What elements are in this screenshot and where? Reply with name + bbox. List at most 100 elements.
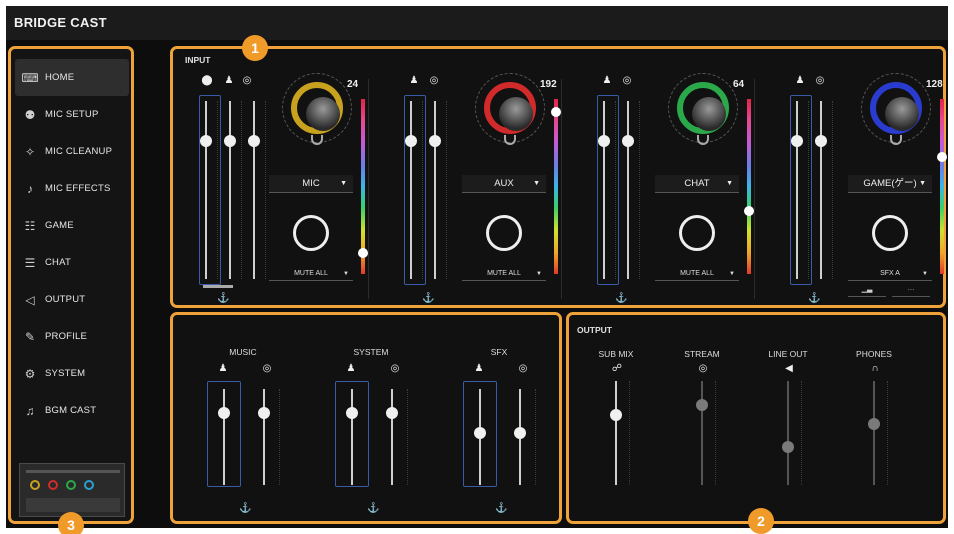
mute-button[interactable] xyxy=(872,215,908,251)
fader-handle[interactable] xyxy=(610,409,622,421)
fader-handle[interactable] xyxy=(405,135,417,147)
link-icon[interactable]: ⚓ xyxy=(495,503,507,514)
sidebar-nav: ⌨ HOME ⚉ MIC SETUP ✧ MIC CLEANUP ♪ MIC EFFECTS ☷… xyxy=(15,59,129,429)
signal-button[interactable]: ▁▃ xyxy=(848,285,886,297)
source-select[interactable]: MIC ▼ xyxy=(269,175,353,193)
meter-indicator[interactable] xyxy=(551,107,561,117)
fader-handle[interactable] xyxy=(386,407,398,419)
fader-track xyxy=(603,101,605,279)
sidebar-item-system[interactable]: ⚙ SYSTEM xyxy=(15,355,129,392)
fader-handle[interactable] xyxy=(514,427,526,439)
callout-badge-1: 1 xyxy=(242,35,268,61)
person-icon: ♟ xyxy=(218,363,228,374)
link-icon[interactable]: ⚓ xyxy=(808,293,820,304)
mute-button[interactable] xyxy=(293,215,329,251)
link-icon[interactable]: ⚓ xyxy=(239,503,251,514)
volume-knob[interactable] xyxy=(484,82,536,134)
fader-handle[interactable] xyxy=(696,399,708,411)
bgm-cast-icon: ♫ xyxy=(25,403,35,418)
meter-indicator[interactable] xyxy=(744,206,754,216)
volume-value: 24 xyxy=(347,79,359,90)
mute-button[interactable] xyxy=(679,215,715,251)
link-icon[interactable]: ⚓ xyxy=(217,293,229,304)
sidebar-item-mic-setup[interactable]: ⚉ MIC SETUP xyxy=(15,96,129,133)
sidebar-item-home[interactable]: ⌨ HOME xyxy=(15,59,129,96)
preview-knob xyxy=(30,480,40,490)
knob-pointer xyxy=(890,135,902,145)
fader-handle[interactable] xyxy=(598,135,610,147)
fader-scale xyxy=(639,101,642,279)
volume-knob[interactable] xyxy=(870,82,922,134)
fader-handle[interactable] xyxy=(815,135,827,147)
fader-handle[interactable] xyxy=(474,427,486,439)
mute-button[interactable] xyxy=(486,215,522,251)
link-icon[interactable]: ⚓ xyxy=(422,293,434,304)
meter-indicator[interactable] xyxy=(358,248,368,258)
knob-pointer xyxy=(697,135,709,145)
person-icon: ♟ xyxy=(409,75,419,86)
source-select[interactable]: GAME(ゲー) ▼ xyxy=(848,175,932,193)
fader-track xyxy=(229,101,231,279)
fader-track xyxy=(873,381,875,485)
mute-all-select[interactable]: MUTE ALL ▼ xyxy=(269,267,353,281)
fader-track xyxy=(263,389,265,485)
meter-indicator[interactable] xyxy=(937,152,947,162)
mute-all-select[interactable]: MUTE ALL ▼ xyxy=(462,267,546,281)
volume-knob[interactable] xyxy=(677,82,729,134)
mic-cleanup-icon: ✧ xyxy=(24,144,36,159)
sidebar-item-game[interactable]: ☷ GAME xyxy=(15,207,129,244)
system-icon: ⚙ xyxy=(24,366,36,381)
fader-handle[interactable] xyxy=(218,407,230,419)
level-meter xyxy=(937,99,947,274)
game-icon: ☷ xyxy=(24,218,36,233)
fader-handle[interactable] xyxy=(791,135,803,147)
fader-handle[interactable] xyxy=(868,418,880,430)
sidebar-item-label: MIC SETUP xyxy=(45,109,99,120)
fader-scale xyxy=(279,389,282,485)
sidebar-item-chat[interactable]: ☰ CHAT xyxy=(15,244,129,281)
fader-handle[interactable] xyxy=(200,135,212,147)
fader-scale xyxy=(801,381,804,485)
sidebar-item-label: OUTPUT xyxy=(45,294,86,305)
sidebar-item-label: GAME xyxy=(45,220,74,231)
source-select[interactable]: AUX ▼ xyxy=(462,175,546,193)
fader-handle[interactable] xyxy=(346,407,358,419)
fader-handle[interactable] xyxy=(248,135,260,147)
fader-track xyxy=(434,101,436,279)
knob-cap xyxy=(306,97,340,131)
sidebar-item-output[interactable]: ◁ OUTPUT xyxy=(15,281,129,318)
more-button[interactable]: … xyxy=(892,285,930,297)
sidebar-item-bgm-cast[interactable]: ♫ BGM CAST xyxy=(15,392,129,429)
broadcast-icon: ◎ xyxy=(518,363,528,374)
link-icon[interactable]: ⚓ xyxy=(367,503,379,514)
knob-cap xyxy=(885,97,919,131)
mute-all-select[interactable]: SFX A ▼ xyxy=(848,267,932,281)
person-icon: ♟ xyxy=(224,75,234,86)
mute-all-label: MUTE ALL xyxy=(294,270,328,277)
input-panel: INPUT ⬤ ♟ ◎ ⚓ 24 MIC ▼ MUTE ALL ▼ ♟ ◎ ⚓ 192 AUX ▼ MUTE … xyxy=(170,46,947,308)
source-select[interactable]: CHAT ▼ xyxy=(655,175,739,193)
sidebar-item-mic-effects[interactable]: ♪ MIC EFFECTS xyxy=(15,170,129,207)
channel-divider xyxy=(368,79,369,299)
sidebar-item-label: BGM CAST xyxy=(45,405,97,416)
volume-knob[interactable] xyxy=(291,82,343,134)
device-preview-thumbnail[interactable] xyxy=(19,463,125,517)
fader-handle[interactable] xyxy=(782,441,794,453)
fader-handle[interactable] xyxy=(224,135,236,147)
fader-handle[interactable] xyxy=(429,135,441,147)
link-icon[interactable]: ⚓ xyxy=(615,293,627,304)
fader-handle[interactable] xyxy=(258,407,270,419)
sidebar-item-profile[interactable]: ✎ PROFILE xyxy=(15,318,129,355)
sidebar-item-label: CHAT xyxy=(45,257,71,268)
output-channel-label: PHONES xyxy=(856,349,892,359)
fader-handle[interactable] xyxy=(622,135,634,147)
mix-panel: MUSIC ♟ ◎ ⚓ SYSTEM ♟ ◎ ⚓ SFX ♟ ◎ ⚓ xyxy=(170,312,562,524)
sidebar: ⌨ HOME ⚉ MIC SETUP ✧ MIC CLEANUP ♪ MIC EFFECTS ☷… xyxy=(8,46,134,524)
mute-all-label: SFX A xyxy=(880,270,900,277)
mute-all-select[interactable]: MUTE ALL ▼ xyxy=(655,267,739,281)
fader-scale xyxy=(446,101,449,279)
sidebar-item-mic-cleanup[interactable]: ✧ MIC CLEANUP xyxy=(15,133,129,170)
app-title: BRIDGE CAST xyxy=(14,15,107,30)
fader-scale xyxy=(265,101,268,279)
output-channel-label: STREAM xyxy=(684,349,720,359)
